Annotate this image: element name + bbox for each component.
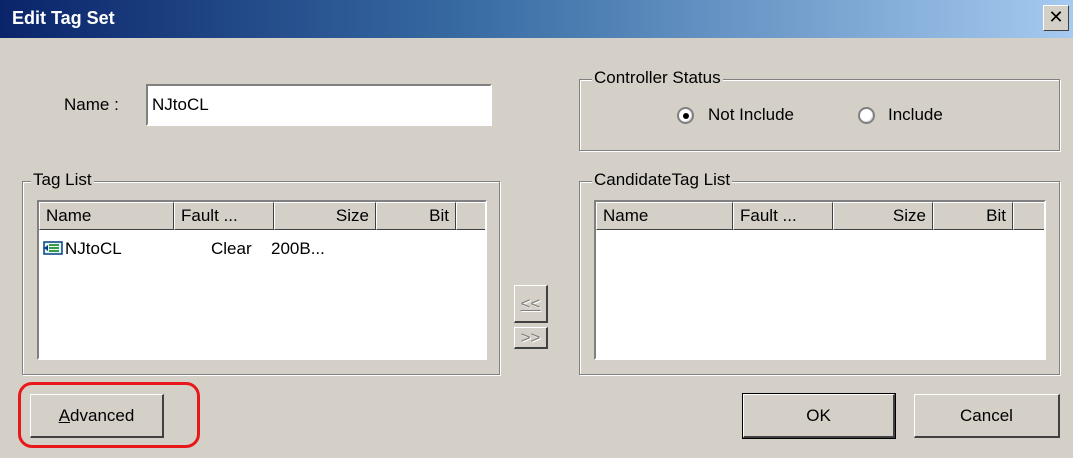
ok-button[interactable]: OK	[742, 393, 896, 439]
tag-list-header-filler	[456, 202, 485, 230]
candidate-header-filler	[1013, 202, 1044, 230]
tag-list-header-size[interactable]: Size	[274, 202, 376, 230]
tag-list-title: Tag List	[31, 170, 94, 190]
candidate-tag-list-view[interactable]: Name Fault ... Size Bit	[594, 200, 1046, 360]
tag-list-header-fault[interactable]: Fault ...	[174, 202, 274, 230]
tag-icon	[43, 241, 63, 255]
add-to-tag-list-button[interactable]: <<	[514, 285, 548, 323]
cancel-button-label: Cancel	[960, 405, 1013, 425]
not-include-radio[interactable]	[677, 107, 694, 124]
ok-button-label: OK	[806, 405, 831, 425]
cancel-button[interactable]: Cancel	[914, 394, 1060, 438]
candidate-tag-list-group: CandidateTag List Name Fault ... Size Bi…	[579, 170, 1060, 375]
title-bar: Edit Tag Set ✕	[0, 0, 1073, 38]
not-include-label[interactable]: Not Include	[708, 105, 794, 125]
close-icon: ✕	[1048, 7, 1064, 27]
tag-name-cell: NJtoCL	[65, 239, 122, 258]
window-title: Edit Tag Set	[12, 8, 115, 28]
name-label: Name :	[64, 95, 119, 114]
controller-status-title: Controller Status	[592, 68, 723, 88]
candidate-tag-list-title: CandidateTag List	[592, 170, 733, 190]
include-label[interactable]: Include	[888, 105, 943, 125]
tag-list-header-bit[interactable]: Bit	[376, 202, 456, 230]
add-arrow-label: <<	[520, 293, 541, 313]
name-input[interactable]	[146, 84, 492, 126]
tag-fault-cell: Clear	[211, 239, 252, 258]
tag-list-view[interactable]: Name Fault ... Size Bit NJtoCL Clear 200…	[37, 200, 487, 360]
candidate-header-fault[interactable]: Fault ...	[733, 202, 833, 230]
candidate-header-bit[interactable]: Bit	[933, 202, 1013, 230]
remove-from-tag-list-button[interactable]: >>	[514, 327, 548, 349]
remove-arrow-label: >>	[520, 328, 541, 347]
controller-status-group: Controller Status Not Include Include	[579, 68, 1060, 151]
red-highlight-annotation	[18, 382, 200, 448]
candidate-header-name[interactable]: Name	[596, 202, 733, 230]
radio-selected-dot	[683, 113, 689, 119]
tag-size-cell: 200B...	[271, 239, 325, 258]
tag-list-header-name[interactable]: Name	[39, 202, 174, 230]
include-radio[interactable]	[858, 107, 875, 124]
close-button[interactable]: ✕	[1043, 5, 1069, 31]
candidate-header-size[interactable]: Size	[833, 202, 933, 230]
tag-list-group: Tag List Name Fault ... Size Bit NJtoCL …	[22, 170, 500, 375]
